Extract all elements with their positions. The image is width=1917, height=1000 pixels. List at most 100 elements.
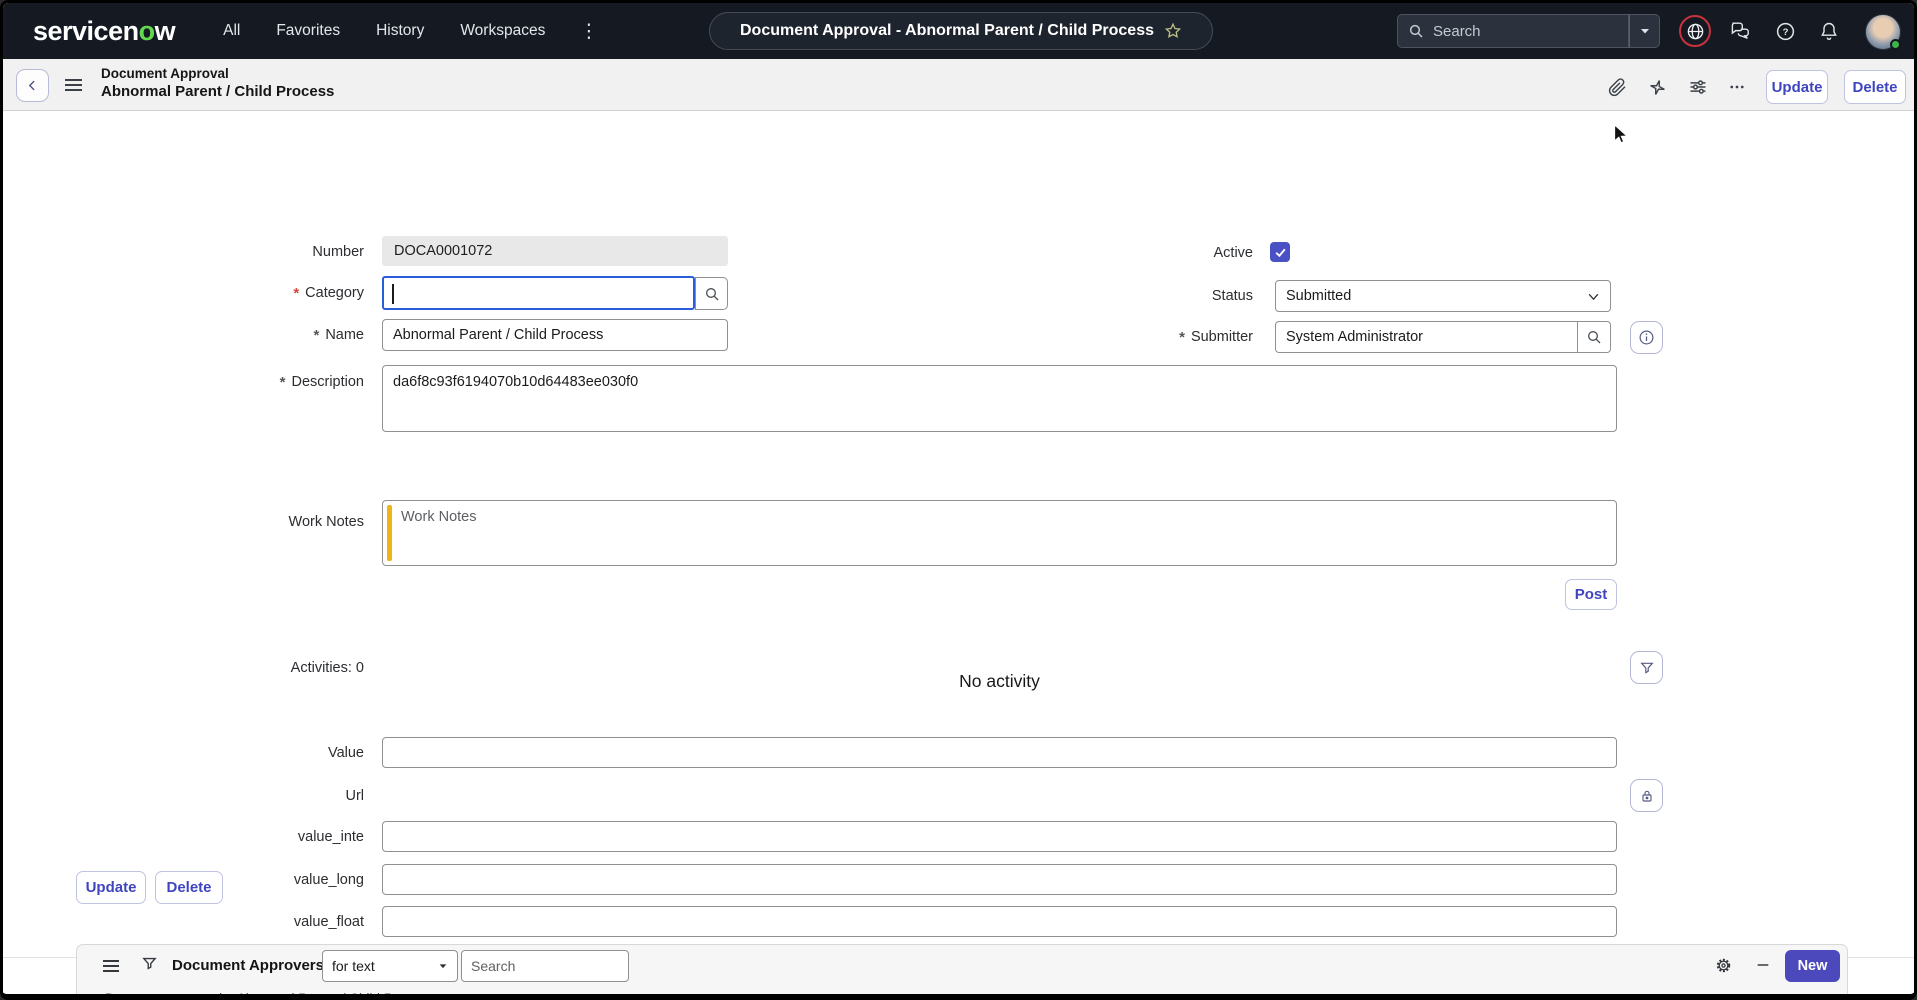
list-context-menu-icon[interactable] [103, 957, 119, 975]
record-title: Document Approval Abnormal Parent / Chil… [101, 66, 334, 100]
update-button-header[interactable]: Update [1766, 70, 1828, 104]
chevron-down-icon [438, 961, 448, 971]
form-context-menu-icon[interactable] [65, 76, 82, 94]
nav-more-icon[interactable]: ⋮ [579, 20, 598, 43]
record-header-bar: Document Approval Abnormal Parent / Chil… [3, 59, 1914, 111]
status-selected-value: Submitted [1286, 288, 1351, 304]
number-field: DOCA0001072 [382, 236, 728, 266]
favorite-star-icon[interactable] [1164, 22, 1182, 40]
delete-button-footer[interactable]: Delete [155, 871, 223, 904]
value-field[interactable] [382, 737, 1617, 768]
funnel-icon [141, 955, 158, 972]
top-nav-bar: servicenow All Favorites History Workspa… [3, 3, 1914, 59]
delete-button-header[interactable]: Delete [1844, 70, 1906, 104]
description-label: *Description [3, 366, 364, 398]
ellipsis-icon [1728, 78, 1746, 96]
status-select[interactable]: Submitted [1275, 280, 1611, 312]
help-button[interactable]: ? [1769, 15, 1801, 47]
current-record-pill[interactable]: Document Approval - Abnormal Parent / Ch… [709, 12, 1213, 50]
global-search[interactable] [1397, 14, 1629, 48]
mandatory-icon: * [313, 328, 319, 343]
list-collapse-button[interactable] [1752, 954, 1774, 976]
related-list-header: Document Approvers for text New [77, 945, 1847, 986]
related-list-title: Document Approvers [172, 957, 324, 974]
no-activity-text: No activity [382, 671, 1617, 692]
value-float-field[interactable] [382, 906, 1617, 937]
search-scope-dropdown[interactable] [1629, 14, 1660, 48]
record-name-label: Abnormal Parent / Child Process [101, 83, 334, 100]
bell-icon [1819, 21, 1839, 41]
submitter-label: *Submitter [883, 321, 1253, 353]
url-lock-button[interactable] [1630, 779, 1663, 812]
mandatory-icon: * [1179, 330, 1185, 345]
chevron-down-icon [1639, 25, 1651, 37]
presence-indicator [1890, 39, 1901, 50]
back-button[interactable] [16, 69, 49, 102]
value-inte-field[interactable] [382, 821, 1617, 852]
value-float-label: value_float [3, 906, 364, 938]
active-checkbox[interactable] [1270, 242, 1290, 262]
search-icon [704, 286, 720, 302]
connect-globe-button[interactable] [1679, 15, 1711, 47]
category-field[interactable] [382, 276, 695, 310]
work-notes-field[interactable]: Work Notes [382, 500, 1617, 566]
gear-icon [1714, 956, 1733, 975]
activity-filter-button[interactable] [1630, 651, 1663, 684]
category-lookup-button[interactable] [695, 277, 728, 310]
name-label: *Name [3, 319, 364, 351]
nav-item-workspaces[interactable]: Workspaces [460, 22, 545, 40]
value-inte-label: value_inte [3, 821, 364, 853]
minus-icon [1755, 957, 1771, 973]
work-notes-label: Work Notes [3, 506, 364, 538]
info-icon [1638, 329, 1655, 346]
name-field[interactable] [382, 319, 728, 351]
text-caret [392, 284, 394, 304]
top-nav-menu: All Favorites History Workspaces [223, 22, 545, 40]
paperclip-icon [1608, 78, 1627, 97]
work-notes-placeholder: Work Notes [401, 509, 476, 525]
description-field[interactable]: da6f8c93f6194070b10d64483ee030f0 [382, 365, 1617, 432]
submitter-field[interactable] [1275, 321, 1578, 353]
list-search-input[interactable] [461, 950, 629, 982]
list-filter-button[interactable] [141, 955, 158, 977]
category-label: *Category [3, 277, 364, 309]
globe-icon [1686, 22, 1705, 41]
value-long-field[interactable] [382, 864, 1617, 895]
nav-item-history[interactable]: History [376, 22, 424, 40]
chevron-down-icon [1587, 290, 1600, 303]
funnel-icon [1639, 660, 1655, 676]
post-button[interactable]: Post [1565, 579, 1617, 610]
mandatory-icon: * [293, 286, 299, 301]
new-record-button[interactable]: New [1785, 950, 1840, 982]
record-type-label: Document Approval [101, 66, 334, 81]
notifications-button[interactable] [1813, 15, 1845, 47]
lock-icon [1639, 788, 1655, 804]
list-search-scope-select[interactable]: for text [322, 950, 458, 982]
active-label: Active [883, 237, 1253, 269]
update-button-footer[interactable]: Update [76, 871, 146, 904]
number-label: Number [3, 236, 364, 268]
submitter-lookup-button[interactable] [1577, 321, 1611, 353]
work-notes-accent-bar [387, 505, 392, 561]
nav-item-all[interactable]: All [223, 22, 240, 40]
list-settings-button[interactable] [1712, 954, 1734, 976]
servicenow-logo[interactable]: servicenow [33, 16, 175, 47]
search-icon [1408, 23, 1424, 39]
attachments-button[interactable] [1606, 76, 1628, 98]
list-breadcrumb[interactable]: Document approval = Abnormal Parent / Ch… [105, 991, 433, 1000]
nav-item-favorites[interactable]: Favorites [276, 22, 340, 40]
current-record-pill-label: Document Approval - Abnormal Parent / Ch… [740, 22, 1154, 40]
personalize-form-button[interactable] [1687, 76, 1709, 98]
more-options-button[interactable] [1726, 76, 1748, 98]
global-search-input[interactable] [1433, 23, 1583, 40]
ai-spark-button[interactable] [1646, 76, 1668, 98]
record-form: Number DOCA0001072 Active *Category Stat… [3, 111, 1914, 1000]
user-avatar[interactable] [1865, 14, 1901, 50]
mandatory-icon: * [280, 375, 286, 390]
activities-count-label: Activities: 0 [3, 652, 364, 684]
conversations-button[interactable] [1725, 15, 1757, 47]
servicenow-app-window: servicenow All Favorites History Workspa… [0, 0, 1917, 1000]
search-icon [1586, 329, 1602, 345]
chevron-left-icon [26, 79, 39, 92]
submitter-preview-button[interactable] [1630, 321, 1663, 354]
